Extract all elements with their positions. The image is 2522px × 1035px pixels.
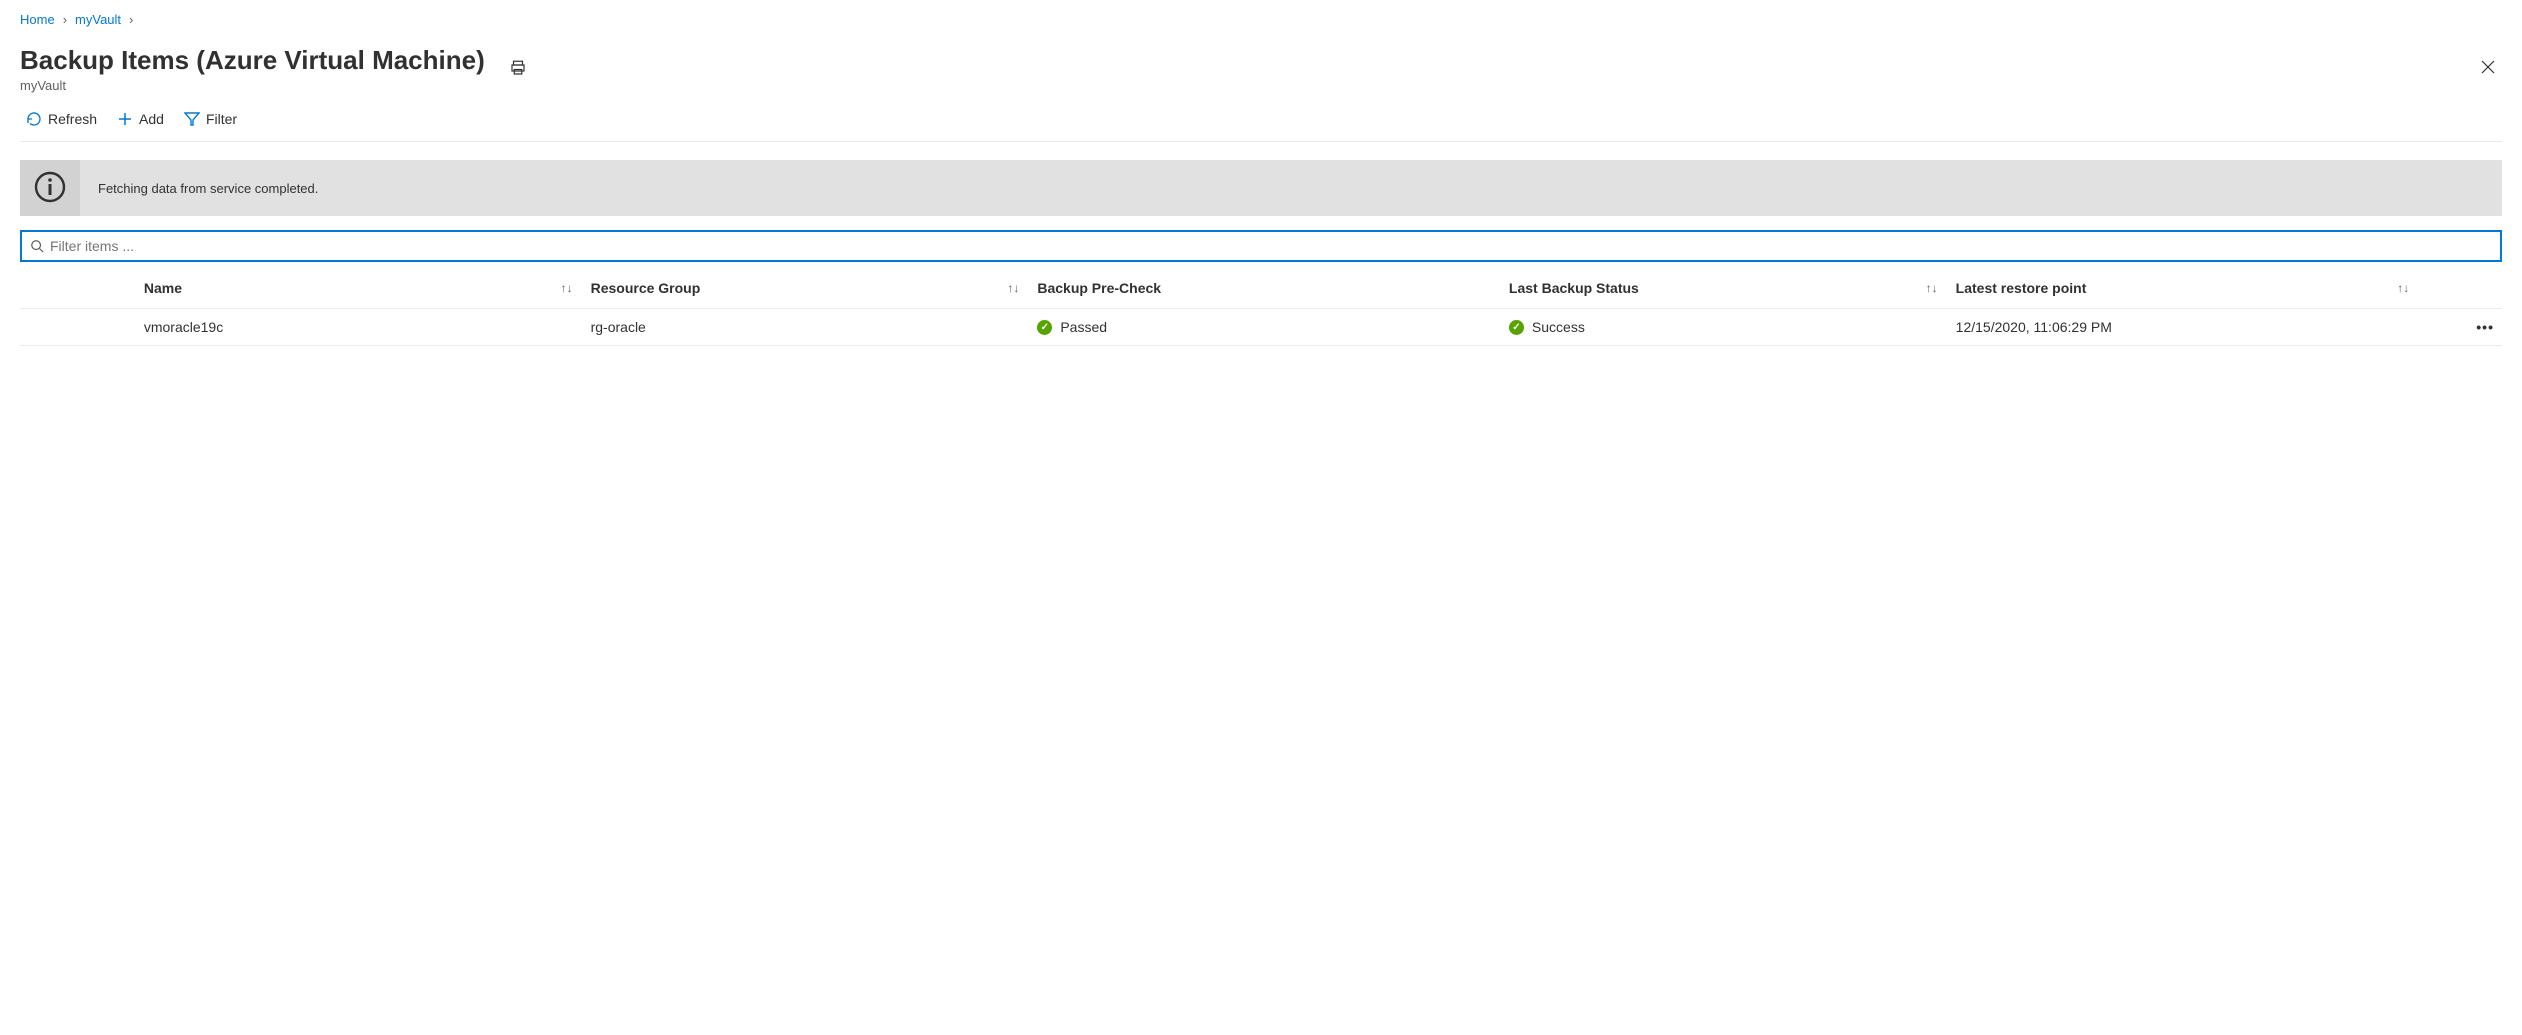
add-label: Add: [139, 111, 164, 127]
cell-name: vmoracle19c: [136, 309, 583, 346]
cell-laststatus-text: Success: [1532, 319, 1585, 335]
col-laststatus-label: Last Backup Status: [1509, 280, 1639, 296]
col-rg-label: Resource Group: [591, 280, 701, 296]
breadcrumb-home-link[interactable]: Home: [20, 12, 55, 27]
col-resource-group[interactable]: Resource Group ↑↓: [583, 268, 1030, 309]
breadcrumb: Home › myVault ›: [20, 12, 2502, 27]
chevron-right-icon: ›: [129, 12, 133, 27]
plus-icon: [117, 111, 133, 127]
sort-icon: ↑↓: [561, 281, 573, 295]
refresh-icon: [26, 111, 42, 127]
notification-bar: Fetching data from service completed.: [20, 160, 2502, 216]
info-icon: [33, 170, 67, 207]
close-button[interactable]: [2474, 53, 2502, 86]
table-row[interactable]: vmoracle19c rg-oracle ✓ Passed ✓ Success…: [20, 309, 2502, 346]
col-name[interactable]: Name ↑↓: [136, 268, 583, 309]
page-subtitle: myVault: [20, 78, 485, 93]
refresh-label: Refresh: [48, 111, 97, 127]
row-more-button[interactable]: •••: [2419, 309, 2502, 346]
search-icon: [30, 239, 44, 253]
cell-precheck-text: Passed: [1060, 319, 1107, 335]
toolbar: Refresh Add Filter: [20, 93, 2502, 142]
col-name-label: Name: [144, 280, 182, 296]
info-icon-box: [20, 160, 80, 216]
col-actions: [2419, 268, 2502, 309]
col-precheck-label: Backup Pre-Check: [1037, 280, 1161, 296]
col-precheck[interactable]: Backup Pre-Check: [1029, 268, 1501, 309]
filter-input[interactable]: [50, 236, 2492, 256]
col-restorepoint-label: Latest restore point: [1956, 280, 2087, 296]
sort-icon: ↑↓: [2397, 281, 2409, 295]
cell-precheck: ✓ Passed: [1029, 309, 1501, 346]
filter-label: Filter: [206, 111, 237, 127]
chevron-right-icon: ›: [63, 12, 67, 27]
filter-input-container[interactable]: [20, 230, 2502, 262]
page-title: Backup Items (Azure Virtual Machine): [20, 45, 485, 76]
success-check-icon: ✓: [1509, 320, 1524, 335]
print-icon: [509, 65, 527, 80]
breadcrumb-vault-link[interactable]: myVault: [75, 12, 121, 27]
ellipsis-icon: •••: [2476, 319, 2494, 335]
print-button[interactable]: [505, 55, 531, 84]
sort-icon: ↑↓: [1926, 281, 1938, 295]
close-icon: [2480, 62, 2496, 79]
cell-restore-point: 12/15/2020, 11:06:29 PM: [1948, 309, 2420, 346]
success-check-icon: ✓: [1037, 320, 1052, 335]
notification-text: Fetching data from service completed.: [80, 181, 318, 196]
funnel-icon: [184, 111, 200, 127]
col-restore-point[interactable]: Latest restore point ↑↓: [1948, 268, 2420, 309]
sort-icon: ↑↓: [1007, 281, 1019, 295]
col-last-status[interactable]: Last Backup Status ↑↓: [1501, 268, 1948, 309]
refresh-button[interactable]: Refresh: [24, 107, 99, 131]
cell-resource-group: rg-oracle: [583, 309, 1030, 346]
cell-last-status: ✓ Success: [1501, 309, 1948, 346]
add-button[interactable]: Add: [115, 107, 166, 131]
col-lead: [20, 268, 136, 309]
filter-button[interactable]: Filter: [182, 107, 239, 131]
backup-items-table: Name ↑↓ Resource Group ↑↓ Backup Pre-Che…: [20, 268, 2502, 346]
